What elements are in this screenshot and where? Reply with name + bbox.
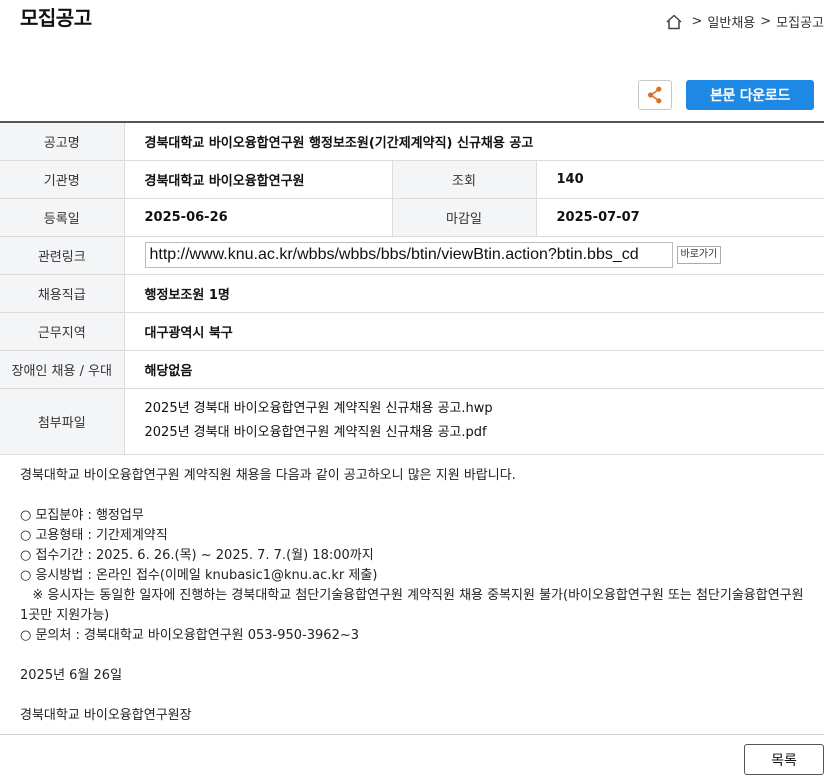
related-link-field[interactable]: http://www.knu.ac.kr/wbbs/wbbs/bbs/btin/… xyxy=(144,242,673,268)
table-row: 장애인 채용 / 우대 해당없음 xyxy=(0,350,824,389)
go-link-button[interactable]: 바로가기 xyxy=(676,246,722,264)
body-note: ※ 응시자는 동일한 일자에 진행하는 경북대학교 첨단기술융합연구원 계약직원… xyxy=(20,588,808,623)
body-item-field: ○ 모집분야 : 행정업무 xyxy=(20,508,144,523)
org-label: 기관명 xyxy=(0,160,125,199)
disabled-hiring-label: 장애인 채용 / 우대 xyxy=(0,350,125,389)
home-icon[interactable] xyxy=(665,13,683,31)
body-intro: 경북대학교 바이오융합연구원 계약직원 채용을 다음과 같이 공고하오니 많은 … xyxy=(20,468,516,483)
deadline-label: 마감일 xyxy=(391,198,537,237)
reg-date-value: 2025-06-26 xyxy=(124,198,392,237)
related-link-cell: http://www.knu.ac.kr/wbbs/wbbs/bbs/btin/… xyxy=(124,236,824,275)
region-label: 근무지역 xyxy=(0,312,125,351)
notice-body: 경북대학교 바이오융합연구원 계약직원 채용을 다음과 같이 공고하오니 많은 … xyxy=(20,466,810,726)
table-row: 첨부파일 2025년 경북대 바이오융합연구원 계약직원 신규채용 공고.hwp… xyxy=(0,388,824,455)
body-item-method: ○ 응시방법 : 온라인 접수(이메일 knubasic1@knu.ac.kr … xyxy=(20,568,378,583)
region-value: 대구광역시 북구 xyxy=(124,312,824,351)
divider xyxy=(0,734,824,735)
share-icon xyxy=(648,86,662,104)
table-row: 관련링크 http://www.knu.ac.kr/wbbs/wbbs/bbs/… xyxy=(0,236,824,275)
org-value: 경북대학교 바이오융합연구원 xyxy=(124,160,392,199)
share-button[interactable] xyxy=(638,80,672,110)
attachments-label: 첨부파일 xyxy=(0,388,125,455)
download-body-button[interactable]: 본문 다운로드 xyxy=(686,80,814,110)
body-date: 2025년 6월 26일 xyxy=(20,668,123,683)
position-value: 행정보조원 1명 xyxy=(124,274,824,313)
body-item-period: ○ 접수기간 : 2025. 6. 26.(목) ~ 2025. 7. 7.(월… xyxy=(20,548,374,563)
deadline-value: 2025-07-07 xyxy=(536,198,824,237)
disabled-hiring-value: 해당없음 xyxy=(124,350,824,389)
page-title: 모집공고 xyxy=(20,6,92,30)
related-link-label: 관련링크 xyxy=(0,236,125,275)
attachment-link-pdf[interactable]: 2025년 경북대 바이오융합연구원 계약직원 신규채용 공고.pdf xyxy=(145,421,824,445)
position-label: 채용직급 xyxy=(0,274,125,313)
table-row: 근무지역 대구광역시 북구 xyxy=(0,312,824,351)
body-signature: 경북대학교 바이오융합연구원장 xyxy=(20,708,192,723)
notice-info-table: 공고명 경북대학교 바이오융합연구원 행정보조원(기간제계약직) 신규채용 공고… xyxy=(0,121,824,455)
breadcrumb-separator: > xyxy=(691,14,703,29)
body-item-employment-type: ○ 고용형태 : 기간제계약직 xyxy=(20,528,168,543)
breadcrumb-item-notice[interactable]: 모집공고 xyxy=(776,12,824,31)
title-value: 경북대학교 바이오융합연구원 행정보조원(기간제계약직) 신규채용 공고 xyxy=(124,121,824,161)
views-value: 140 xyxy=(536,160,824,199)
table-row: 공고명 경북대학교 바이오융합연구원 행정보조원(기간제계약직) 신규채용 공고 xyxy=(0,121,824,161)
attachment-link-hwp[interactable]: 2025년 경북대 바이오융합연구원 계약직원 신규채용 공고.hwp xyxy=(145,397,824,421)
title-label: 공고명 xyxy=(0,121,125,161)
table-row: 채용직급 행정보조원 1명 xyxy=(0,274,824,313)
body-item-contact: ○ 문의처 : 경북대학교 바이오융합연구원 053-950-3962~3 xyxy=(20,628,360,643)
attachments-cell: 2025년 경북대 바이오융합연구원 계약직원 신규채용 공고.hwp 2025… xyxy=(124,388,824,455)
breadcrumb-separator: > xyxy=(760,14,772,29)
list-button[interactable]: 목록 xyxy=(744,744,824,775)
table-row: 등록일 2025-06-26 마감일 2025-07-07 xyxy=(0,198,824,237)
breadcrumb: > 일반채용 > 모집공고 xyxy=(665,12,824,31)
table-row: 기관명 경북대학교 바이오융합연구원 조회 140 xyxy=(0,160,824,199)
reg-date-label: 등록일 xyxy=(0,198,125,237)
breadcrumb-item-general-recruit[interactable]: 일반채용 xyxy=(707,12,755,31)
views-label: 조회 xyxy=(391,160,537,199)
